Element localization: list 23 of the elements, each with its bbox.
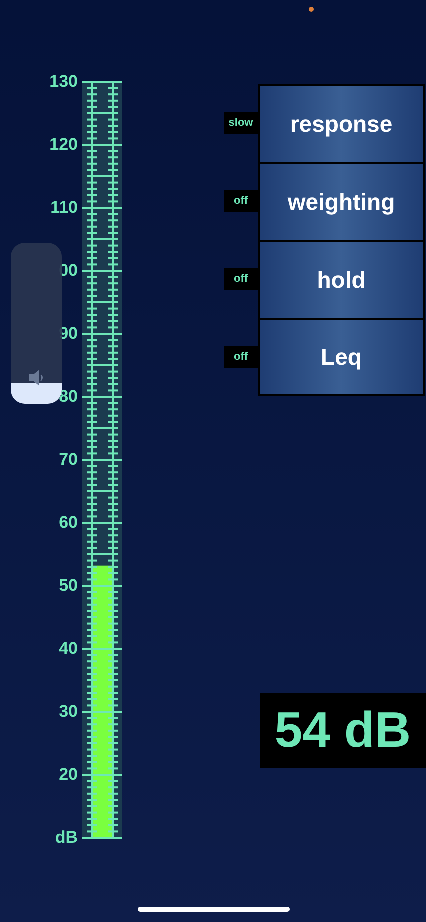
status-indicator: slow [224, 112, 258, 134]
scale-label: 40 [59, 639, 78, 659]
scale-label: 120 [50, 135, 78, 155]
mode-button[interactable]: response [258, 84, 425, 162]
scale-label: 50 [59, 576, 78, 596]
scale-label: 90 [59, 324, 78, 344]
status-indicator: off [224, 346, 258, 368]
scale-label: 60 [59, 513, 78, 533]
scale-label: 110 [50, 198, 78, 218]
scale-label: 00 [59, 261, 78, 281]
status-indicator: off [224, 268, 258, 290]
scale-label: 70 [59, 450, 78, 470]
scale-label: 20 [59, 765, 78, 785]
mode-button[interactable]: hold [258, 240, 425, 318]
speaker-icon [29, 370, 45, 386]
scale-label: 30 [59, 702, 78, 722]
mode-button[interactable]: Leq [258, 318, 425, 396]
status-indicator: off [224, 190, 258, 212]
mode-button[interactable]: weighting [258, 162, 425, 240]
scale-label: 80 [59, 387, 78, 407]
scale-label: 130 [50, 72, 78, 92]
scale-label: dB [55, 828, 78, 848]
decibel-readout: 54 dB [260, 693, 426, 768]
